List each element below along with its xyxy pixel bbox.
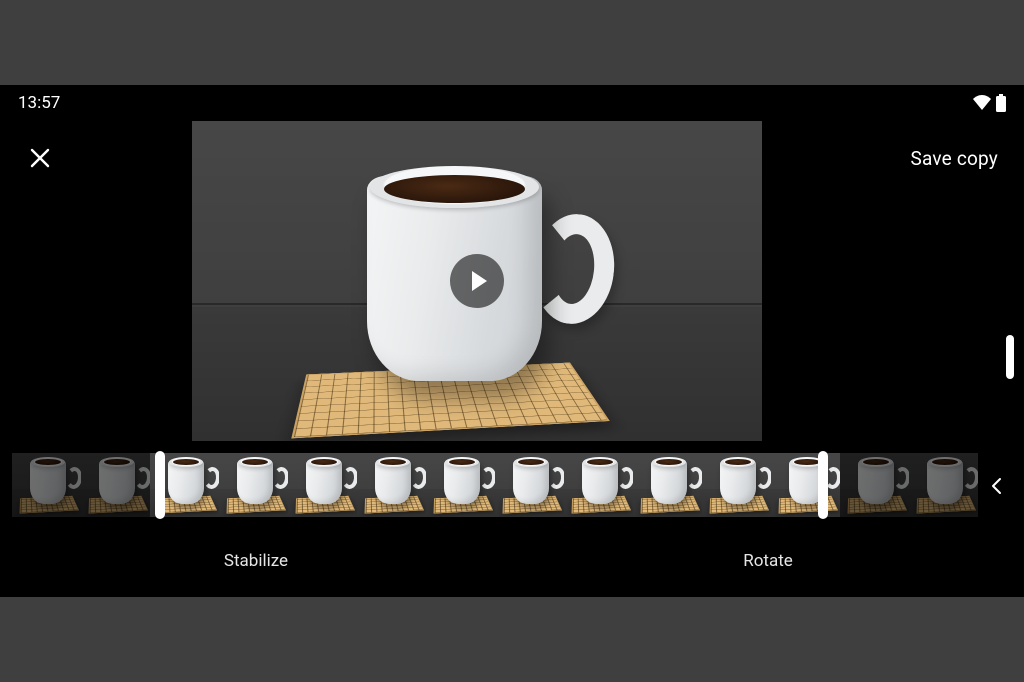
- close-icon: [29, 147, 51, 169]
- status-indicators: [972, 94, 1006, 112]
- video-preview[interactable]: [192, 121, 762, 441]
- chevron-left-icon: [988, 477, 1006, 495]
- timeline-frame[interactable]: [219, 453, 288, 517]
- trim-handle-left[interactable]: [155, 451, 165, 519]
- save-copy-button[interactable]: Save copy: [911, 147, 999, 170]
- trim-handle-right[interactable]: [818, 451, 828, 519]
- rotate-option[interactable]: Rotate: [512, 539, 1024, 583]
- timeline-frame[interactable]: [840, 453, 909, 517]
- play-button[interactable]: [450, 254, 504, 308]
- timeline-frame[interactable]: [702, 453, 771, 517]
- timeline-frame[interactable]: [357, 453, 426, 517]
- timeline-frame[interactable]: [426, 453, 495, 517]
- timeline-frame[interactable]: [12, 453, 81, 517]
- close-button[interactable]: [26, 144, 54, 172]
- editor-screen: 13:57 Save copy: [0, 85, 1024, 597]
- play-icon: [472, 271, 487, 291]
- timeline-frame[interactable]: [564, 453, 633, 517]
- edit-options: Stabilize Rotate: [0, 539, 1024, 583]
- navigation-pill[interactable]: [1006, 335, 1014, 379]
- battery-icon: [996, 94, 1006, 112]
- timeline-frame[interactable]: [81, 453, 150, 517]
- status-bar: 13:57: [0, 91, 1024, 115]
- stabilize-option[interactable]: Stabilize: [0, 539, 512, 583]
- timeline-frame[interactable]: [495, 453, 564, 517]
- timeline-frame[interactable]: [771, 453, 840, 517]
- timeline-frame[interactable]: [288, 453, 357, 517]
- collapse-button[interactable]: [988, 477, 1006, 495]
- timeline-frame[interactable]: [909, 453, 978, 517]
- timeline-frame[interactable]: [633, 453, 702, 517]
- status-time: 13:57: [18, 93, 60, 113]
- wifi-icon: [972, 95, 992, 111]
